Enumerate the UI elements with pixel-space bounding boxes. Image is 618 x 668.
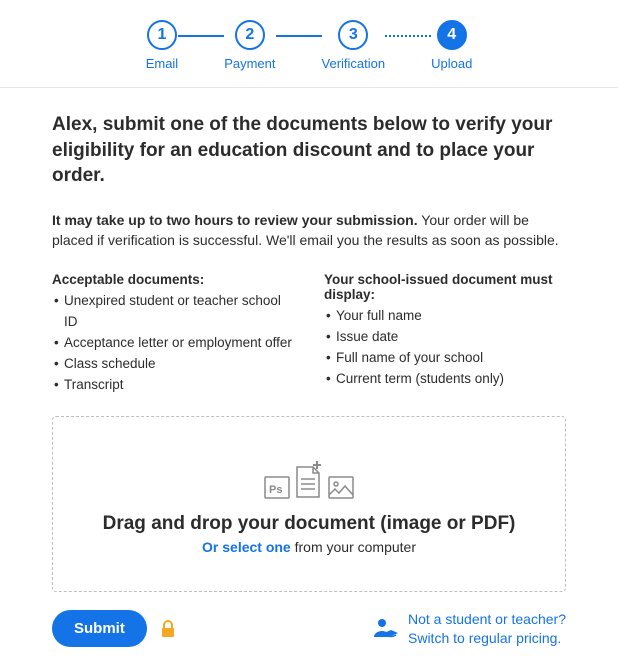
file-dropzone[interactable]: Ps Drag and drop your document (image or… (52, 416, 566, 592)
step-label: Email (146, 56, 179, 71)
list-item: Current term (students only) (324, 369, 566, 390)
step-payment[interactable]: 2 Payment (224, 20, 275, 71)
step-label: Payment (224, 56, 275, 71)
svg-text:Ps: Ps (269, 484, 282, 496)
step-number: 3 (338, 20, 368, 50)
list-item: Transcript (52, 375, 294, 396)
step-connector (178, 35, 224, 37)
footer-row: Submit Not a student or teacher? Switch … (52, 610, 566, 648)
image-file-icon (328, 473, 354, 499)
notice-bold: It may take up to two hours to review yo… (52, 212, 418, 228)
step-verification[interactable]: 3 Verification (322, 20, 386, 71)
stepper: 1 Email 2 Payment 3 Verification 4 Uploa… (0, 0, 618, 88)
footer-right: Not a student or teacher? Switch to regu… (370, 610, 566, 648)
step-label: Upload (431, 56, 472, 71)
review-notice: It may take up to two hours to review yo… (52, 211, 566, 250)
document-plus-icon (294, 461, 324, 499)
select-file-link[interactable]: Or select one (202, 539, 291, 555)
step-upload[interactable]: 4 Upload (431, 20, 472, 71)
requirements-column: Your school-issued document must display… (324, 272, 566, 396)
footer-left: Submit (52, 610, 175, 647)
step-label: Verification (322, 56, 386, 71)
list-item: Acceptance letter or employment offer (52, 333, 294, 354)
dropzone-subtitle: Or select one from your computer (73, 539, 545, 555)
ps-file-icon: Ps (264, 473, 290, 499)
submit-button[interactable]: Submit (52, 610, 147, 647)
switch-pricing-link[interactable]: Switch to regular pricing. (408, 629, 566, 648)
dropzone-title: Drag and drop your document (image or PD… (73, 513, 545, 535)
step-connector (276, 35, 322, 37)
main-content: Alex, submit one of the documents below … (0, 88, 618, 668)
step-connector (385, 35, 431, 37)
list-item: Full name of your school (324, 348, 566, 369)
step-number: 2 (235, 20, 265, 50)
list-item: Unexpired student or teacher school ID (52, 291, 294, 333)
switch-pricing-text: Not a student or teacher? Switch to regu… (408, 610, 566, 648)
requirements-columns: Acceptable documents: Unexpired student … (52, 272, 566, 396)
upload-icons-group: Ps (264, 461, 354, 499)
step-number: 1 (147, 20, 177, 50)
column-title: Your school-issued document must display… (324, 272, 566, 302)
acceptable-documents-column: Acceptable documents: Unexpired student … (52, 272, 294, 396)
student-icon (370, 615, 398, 643)
switch-line1: Not a student or teacher? (408, 610, 566, 629)
page-title: Alex, submit one of the documents below … (52, 112, 566, 189)
step-number: 4 (437, 20, 467, 50)
requirements-list: Your full name Issue date Full name of y… (324, 306, 566, 390)
dropzone-rest: from your computer (291, 539, 416, 555)
list-item: Class schedule (52, 354, 294, 375)
column-title: Acceptable documents: (52, 272, 294, 287)
list-item: Your full name (324, 306, 566, 327)
step-email[interactable]: 1 Email (146, 20, 179, 71)
acceptable-list: Unexpired student or teacher school ID A… (52, 291, 294, 396)
list-item: Issue date (324, 327, 566, 348)
lock-icon (161, 620, 175, 638)
